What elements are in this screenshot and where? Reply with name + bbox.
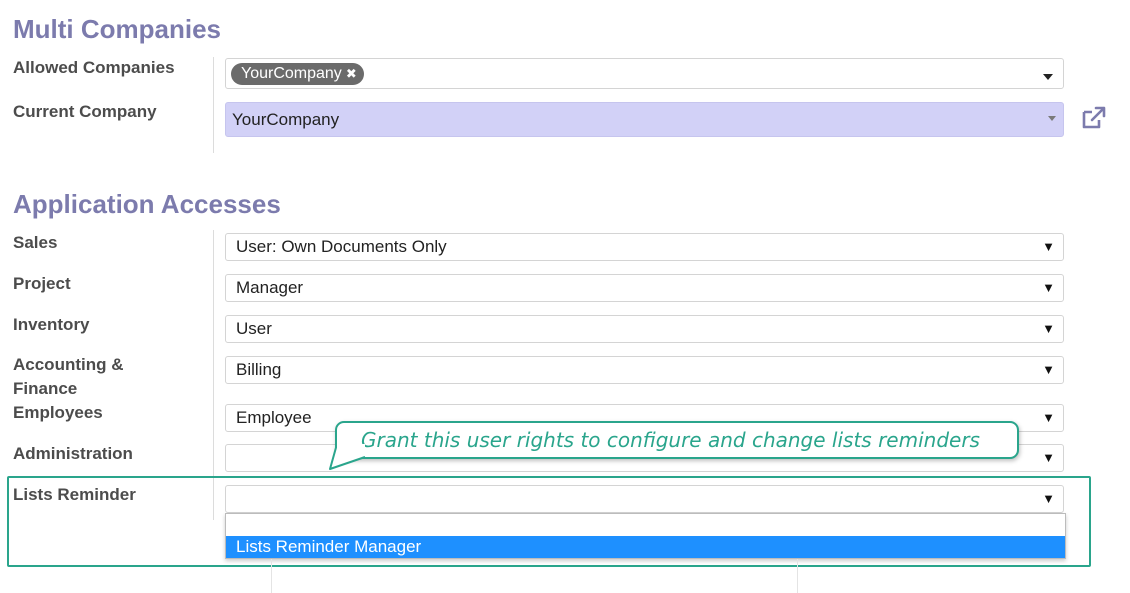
employees-label: Employees — [13, 403, 103, 422]
employees-value: Employee — [236, 408, 312, 427]
application-accesses-heading: Application Accesses — [13, 189, 281, 219]
chevron-down-icon[interactable] — [1048, 116, 1056, 121]
tooltip-text: Grant this user rights to configure and … — [361, 428, 980, 452]
sales-select[interactable]: User: Own Documents Only ▼ — [225, 233, 1064, 261]
allowed-companies-label: Allowed Companies — [13, 58, 175, 77]
select-arrow-icon: ▼ — [1042, 321, 1055, 336]
chevron-down-icon[interactable] — [1043, 74, 1053, 80]
project-label: Project — [13, 274, 71, 293]
project-select[interactable]: Manager ▼ — [225, 274, 1064, 302]
tooltip-pointer — [329, 444, 366, 470]
accounting-label: Accounting & Finance — [13, 355, 124, 398]
lists-reminder-dropdown: Lists Reminder Manager — [225, 513, 1066, 559]
sales-label: Sales — [13, 233, 58, 252]
accounting-value: Billing — [236, 360, 282, 379]
select-arrow-icon: ▼ — [1042, 491, 1055, 506]
select-arrow-icon: ▼ — [1042, 450, 1055, 465]
dropdown-option-lists-reminder-manager[interactable]: Lists Reminder Manager — [226, 536, 1065, 558]
multi-companies-heading: Multi Companies — [13, 14, 222, 44]
current-company-value: YourCompany — [232, 110, 340, 129]
project-value: Manager — [236, 278, 304, 297]
company-tag: YourCompany ✖ — [231, 63, 364, 85]
allowed-companies-field[interactable]: YourCompany ✖ — [225, 58, 1064, 89]
company-tag-label: YourCompany — [241, 65, 342, 82]
administration-label: Administration — [13, 444, 133, 463]
external-link-icon[interactable] — [1081, 106, 1108, 130]
dropdown-option-empty[interactable] — [226, 514, 1065, 536]
accounting-select[interactable]: Billing ▼ — [225, 356, 1064, 384]
select-arrow-icon: ▼ — [1042, 239, 1055, 254]
lists-reminder-select[interactable]: ▼ — [225, 485, 1064, 513]
inventory-value: User — [236, 319, 272, 338]
select-arrow-icon: ▼ — [1042, 410, 1055, 425]
label-divider — [213, 57, 214, 153]
column-divider — [797, 559, 798, 593]
inventory-label: Inventory — [13, 315, 90, 334]
sales-value: User: Own Documents Only — [236, 237, 447, 256]
current-company-label: Current Company — [13, 102, 157, 121]
current-company-select[interactable]: YourCompany — [225, 102, 1064, 137]
select-arrow-icon: ▼ — [1042, 362, 1055, 377]
column-divider — [271, 559, 272, 593]
select-arrow-icon: ▼ — [1042, 280, 1055, 295]
tooltip-callout: Grant this user rights to configure and … — [335, 421, 1019, 459]
lists-reminder-label: Lists Reminder — [13, 485, 136, 504]
tag-remove-icon[interactable]: ✖ — [346, 66, 357, 81]
inventory-select[interactable]: User ▼ — [225, 315, 1064, 343]
